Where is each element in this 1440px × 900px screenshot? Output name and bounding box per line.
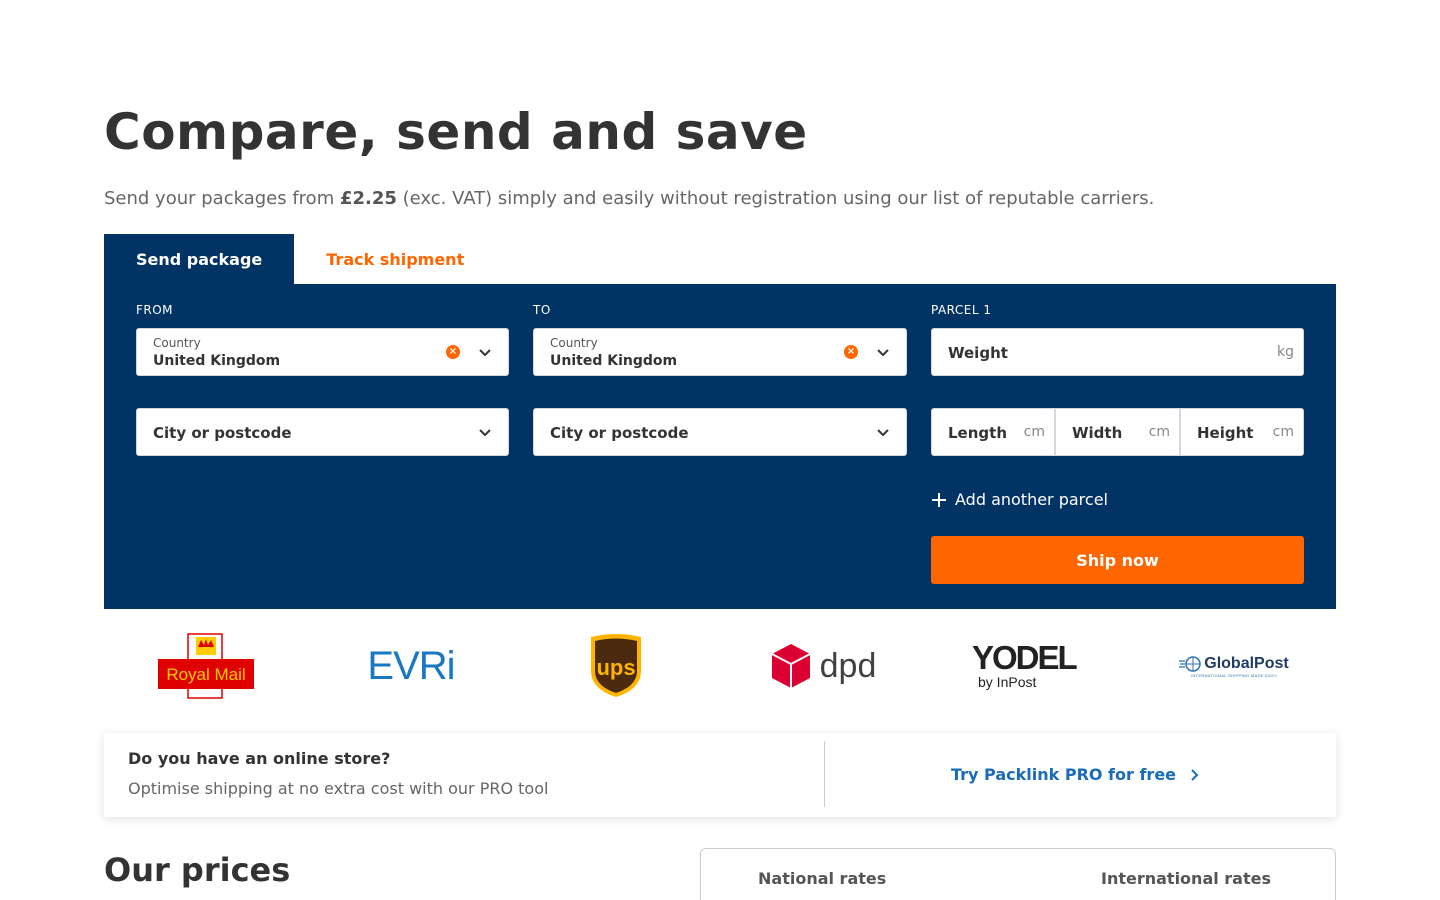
- length-label: Length: [948, 424, 1007, 442]
- royal-mail-text: Royal Mail: [166, 665, 245, 684]
- add-parcel-button[interactable]: Add another parcel: [931, 490, 1108, 509]
- from-country-value: United Kingdom: [153, 353, 281, 369]
- width-label: Width: [1072, 424, 1123, 442]
- rates-tabs: National rates International rates: [700, 848, 1336, 900]
- shipping-tabs: Send package Track shipment: [104, 234, 496, 284]
- ups-text: ups: [596, 655, 635, 680]
- chevron-down-icon[interactable]: [477, 344, 493, 360]
- divider: [824, 741, 825, 807]
- pro-promo-card: Do you have an online store? Optimise sh…: [104, 733, 1336, 817]
- tab-international-rates[interactable]: International rates: [1101, 869, 1271, 888]
- height-unit: cm: [1272, 424, 1294, 440]
- pro-question: Do you have an online store?: [128, 749, 391, 768]
- page-title: Compare, send and save: [104, 103, 808, 161]
- to-country-value: United Kingdom: [550, 353, 678, 369]
- dpd-logo: dpd: [768, 632, 878, 700]
- send-package-panel: FROM Country United Kingdom × City or po…: [104, 284, 1336, 609]
- from-country-label: Country: [153, 336, 201, 350]
- from-city-placeholder: City or postcode: [153, 424, 292, 442]
- yodel-text: YODEL: [972, 639, 1078, 676]
- to-country-select[interactable]: Country United Kingdom ×: [533, 328, 907, 376]
- carrier-logos: Royal Mail EVRi ups dpd YODEL by InPost: [104, 624, 1336, 708]
- to-label: TO: [533, 303, 551, 317]
- globalpost-logo: GlobalPost INTERNATIONAL SHIPPING MADE E…: [1176, 632, 1292, 700]
- dpd-text: dpd: [819, 646, 877, 685]
- ship-now-button[interactable]: Ship now: [931, 536, 1304, 584]
- to-country-label: Country: [550, 336, 598, 350]
- dpd-cube-icon: [771, 644, 811, 688]
- royal-mail-logo: Royal Mail: [156, 632, 256, 700]
- chevron-right-icon: [1191, 768, 1199, 781]
- chevron-down-icon[interactable]: [477, 424, 493, 440]
- chevron-down-icon[interactable]: [875, 424, 891, 440]
- yodel-sub: by InPost: [978, 674, 1037, 690]
- length-unit: cm: [1023, 424, 1045, 440]
- chevron-down-icon[interactable]: [875, 344, 891, 360]
- clear-icon[interactable]: ×: [844, 345, 858, 359]
- evri-text: EVRi: [367, 643, 455, 688]
- prices-title: Our prices: [104, 851, 291, 889]
- from-city-input[interactable]: City or postcode: [136, 408, 509, 456]
- try-pro-label: Try Packlink PRO for free: [951, 765, 1177, 784]
- to-city-input[interactable]: City or postcode: [533, 408, 907, 456]
- subtitle-price: £2.25: [339, 188, 397, 209]
- pro-description: Optimise shipping at no extra cost with …: [128, 779, 549, 798]
- subtitle-post: (exc. VAT) simply and easily without reg…: [396, 188, 1155, 209]
- globe-icon: [1179, 655, 1202, 672]
- from-country-select[interactable]: Country United Kingdom ×: [136, 328, 509, 376]
- weight-unit: kg: [1277, 344, 1294, 360]
- globalpost-text: GlobalPost: [1204, 654, 1289, 672]
- width-unit: cm: [1148, 424, 1170, 440]
- try-pro-link[interactable]: Try Packlink PRO for free: [951, 765, 1200, 784]
- hero-subtitle: Send your packages from £2.25 (exc. VAT)…: [104, 188, 1154, 210]
- yodel-logo: YODEL by InPost: [972, 632, 1084, 700]
- length-input[interactable]: Length cm: [931, 408, 1055, 456]
- to-city-placeholder: City or postcode: [550, 424, 689, 442]
- parcel-label: PARCEL 1: [931, 303, 992, 317]
- add-parcel-label: Add another parcel: [955, 490, 1108, 509]
- plus-icon: [932, 492, 946, 507]
- clear-icon[interactable]: ×: [446, 345, 460, 359]
- evri-logo: EVRi: [356, 632, 466, 700]
- height-input[interactable]: Height cm: [1180, 408, 1304, 456]
- weight-label: Weight: [948, 344, 1008, 362]
- from-label: FROM: [136, 303, 174, 317]
- height-label: Height: [1197, 424, 1254, 442]
- width-input[interactable]: Width cm: [1055, 408, 1180, 456]
- ups-logo: ups: [588, 632, 644, 700]
- weight-input[interactable]: Weight kg: [931, 328, 1304, 376]
- globalpost-sub: INTERNATIONAL SHIPPING MADE EASY: [1191, 672, 1277, 678]
- tab-send-package[interactable]: Send package: [104, 234, 295, 284]
- tab-national-rates[interactable]: National rates: [758, 869, 886, 888]
- tab-track-shipment[interactable]: Track shipment: [294, 234, 496, 284]
- subtitle-pre: Send your packages from: [104, 188, 340, 209]
